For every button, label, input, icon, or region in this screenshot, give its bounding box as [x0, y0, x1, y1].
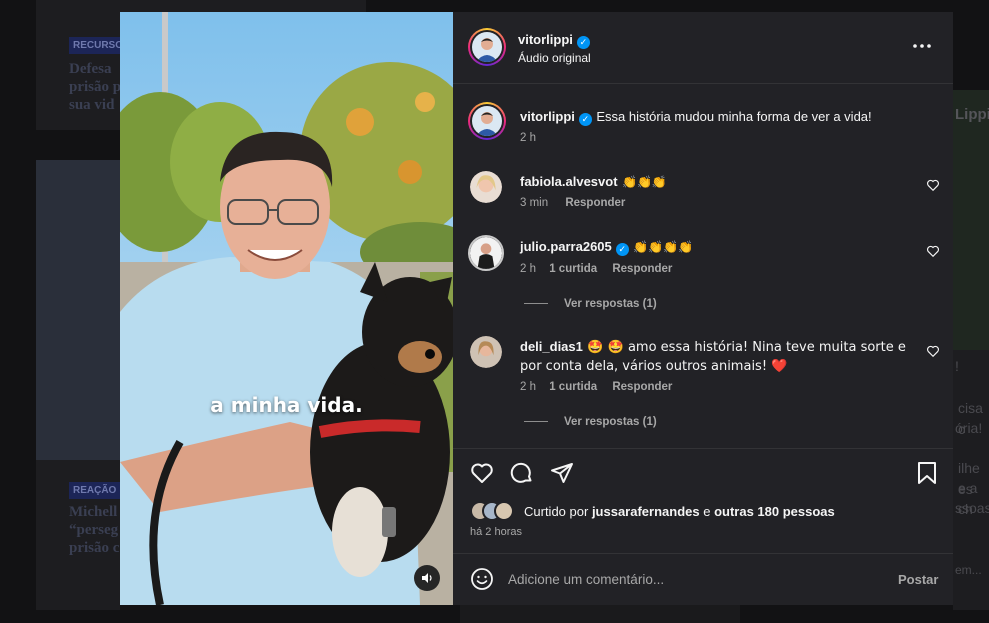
bg-card-image: [36, 160, 120, 460]
emoji-button[interactable]: [470, 567, 494, 591]
more-icon: [913, 44, 931, 48]
reel-video[interactable]: a minha vida.: [120, 12, 453, 605]
comment-like-button[interactable]: [926, 344, 940, 358]
comment-input[interactable]: [508, 568, 868, 590]
bg-headline: prisão p: [69, 79, 122, 95]
comment-2: julio.parra2605 ✓ 👏👏👏👏: [520, 238, 693, 256]
header-divider: [453, 83, 953, 84]
comment-time: 2 h: [520, 263, 536, 275]
emoji-icon: [471, 568, 493, 590]
bg-right-text: ssoas!: [955, 500, 989, 516]
bg-right-text: Lippi: [955, 106, 989, 123]
comment-button[interactable]: [510, 461, 534, 485]
replies-line: [524, 421, 548, 423]
audio-link[interactable]: Áudio original: [518, 51, 591, 65]
avatar: [494, 501, 514, 521]
comment-like-button[interactable]: [926, 178, 940, 192]
bg-card: [460, 605, 740, 623]
author-row: vitorlippi ✓: [518, 31, 590, 49]
comment-time: 3 min: [520, 197, 549, 209]
comment-icon: [510, 462, 532, 483]
post-panel: vitorlippi ✓ Áudio original vitorlippi ✓ E…: [453, 12, 953, 605]
comment-avatar[interactable]: [470, 171, 502, 203]
reply-button[interactable]: Responder: [612, 381, 672, 393]
bg-card-image: [953, 90, 989, 350]
comment-1: fabiola.alvesvot 👏👏👏: [520, 173, 667, 191]
liked-by: Curtido por jussarafernandes e outras 18…: [524, 504, 835, 519]
author-avatar[interactable]: [468, 28, 506, 66]
avatar: [472, 32, 502, 62]
comment-text: 👏👏👏👏: [633, 240, 693, 254]
speaker-icon: [422, 573, 432, 583]
comment-avatar[interactable]: [468, 235, 504, 271]
composer-divider: [453, 553, 953, 554]
send-icon: [551, 463, 573, 483]
author-username[interactable]: vitorlippi: [518, 32, 573, 47]
video-frame: [120, 12, 453, 605]
liked-by-prefix: Curtido por: [524, 504, 589, 519]
view-replies-label: Ver respostas (1): [564, 416, 657, 428]
comment-username[interactable]: julio.parra2605: [520, 239, 612, 254]
likes-count[interactable]: 1 curtida: [549, 263, 597, 275]
likes-count[interactable]: 1 curtida: [549, 381, 597, 393]
bg-right-text: ória!: [955, 420, 983, 436]
comment-time: 2 h: [520, 381, 536, 393]
bg-headline: Michell: [69, 504, 118, 520]
caption: vitorlippi ✓ Essa história mudou minha fo…: [520, 108, 920, 126]
view-replies-label: Ver respostas (1): [564, 298, 657, 310]
comment-meta: 3 min Responder: [520, 197, 625, 209]
comment-meta: 2 h 1 curtida Responder: [520, 381, 672, 393]
replies-line: [524, 303, 548, 305]
heart-icon: [471, 463, 493, 483]
verified-icon: ✓: [576, 36, 590, 49]
view-replies-button[interactable]: Ver respostas (1): [524, 298, 657, 310]
volume-button[interactable]: [414, 565, 440, 591]
post-timestamp: há 2 horas: [470, 526, 522, 538]
verified-icon: ✓: [578, 113, 592, 126]
video-caption: a minha vida.: [210, 393, 363, 417]
caption-avatar[interactable]: [468, 102, 506, 140]
save-button[interactable]: [916, 461, 938, 485]
caption-text: Essa história mudou minha forma de ver a…: [596, 109, 872, 124]
reply-button[interactable]: Responder: [612, 263, 672, 275]
bg-tag: REAÇÃO: [69, 482, 121, 499]
avatar: [472, 106, 502, 136]
avatar: [470, 237, 502, 269]
avatar: [470, 171, 502, 203]
bg-tag: RECURSO: [69, 37, 128, 54]
comment-like-button[interactable]: [926, 244, 940, 258]
heart-icon: [927, 345, 939, 358]
liked-by-and: e: [703, 504, 711, 519]
comment-3: deli_dias1 🤩 🤩 amo essa história! Nina t…: [520, 338, 920, 376]
avatar: [470, 336, 502, 368]
comment-text: 👏👏👏: [622, 175, 667, 189]
share-button[interactable]: [550, 461, 574, 485]
liked-by-avatars[interactable]: [470, 501, 522, 521]
comment-avatar[interactable]: [470, 336, 502, 368]
actions-divider: [453, 448, 953, 449]
view-replies-button[interactable]: Ver respostas (1): [524, 416, 657, 428]
bookmark-icon: [918, 462, 936, 484]
like-button[interactable]: [470, 461, 494, 485]
bg-headline: Defesa: [69, 61, 112, 77]
heart-icon: [927, 245, 939, 258]
liked-by-others[interactable]: outras 180 pessoas: [714, 504, 835, 519]
bg-right-text: !: [955, 358, 959, 374]
comment-username[interactable]: fabiola.alvesvot: [520, 174, 618, 189]
bg-right-text: em...: [955, 563, 982, 577]
more-options-button[interactable]: [913, 38, 937, 54]
comment-meta: 2 h 1 curtida Responder: [520, 263, 672, 275]
bg-headline: prisão c: [69, 540, 120, 556]
comment-username[interactable]: deli_dias1: [520, 339, 583, 354]
liked-by-user[interactable]: jussarafernandes: [592, 504, 700, 519]
bg-headline: sua vid: [69, 97, 115, 113]
heart-icon: [927, 179, 939, 192]
caption-username[interactable]: vitorlippi: [520, 109, 575, 124]
caption-time: 2 h: [520, 132, 536, 144]
bg-headline: “perseg: [69, 522, 119, 538]
post-button[interactable]: Postar: [898, 572, 938, 587]
reply-button[interactable]: Responder: [565, 197, 625, 209]
verified-icon: ✓: [615, 243, 629, 256]
